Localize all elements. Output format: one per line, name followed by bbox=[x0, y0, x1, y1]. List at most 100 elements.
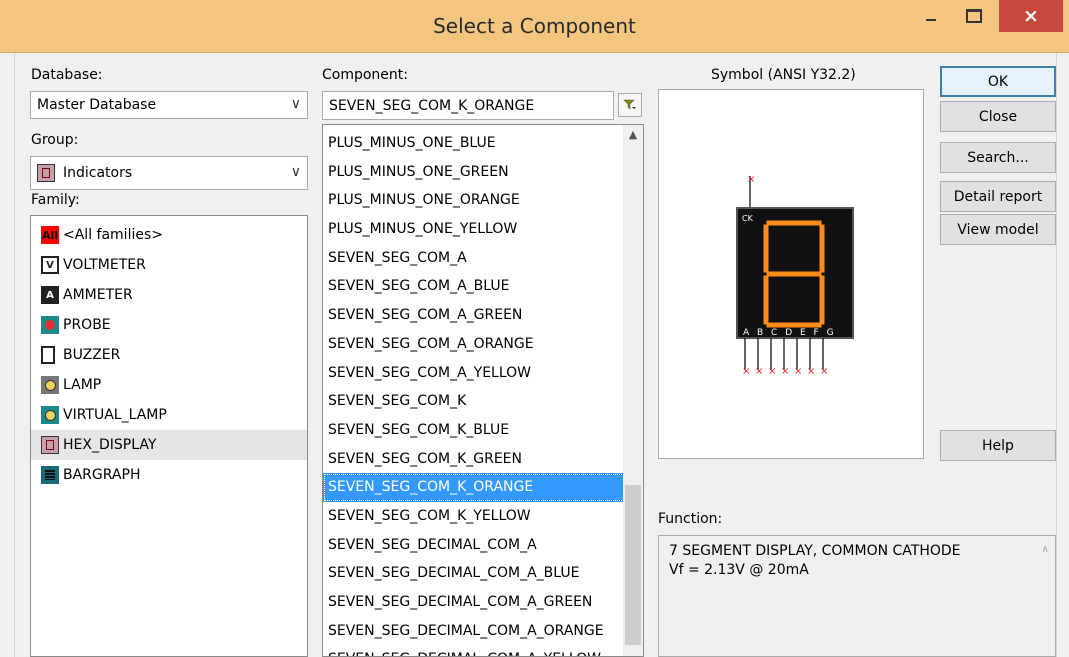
scroll-up-icon[interactable]: ∧ bbox=[1042, 544, 1049, 555]
chevron-down-icon: ∨ bbox=[290, 96, 301, 112]
search-label: Search... bbox=[967, 149, 1029, 166]
family-item-label: PROBE bbox=[63, 317, 111, 333]
component-item[interactable]: PLUS_MINUS_ONE_YELLOW bbox=[323, 215, 643, 244]
family-item-label: VOLTMETER bbox=[63, 257, 146, 273]
detail-report-button[interactable]: Detail report bbox=[940, 181, 1056, 212]
component-item[interactable]: SEVEN_SEG_COM_K_BLUE bbox=[323, 416, 643, 445]
family-item-ammeter[interactable]: A AMMETER bbox=[31, 280, 307, 310]
family-list[interactable]: All <All families> V VOLTMETER A AMMETER… bbox=[30, 215, 308, 657]
scroll-up-icon[interactable]: ▲ bbox=[623, 125, 643, 145]
component-item[interactable]: SEVEN_SEG_DECIMAL_COM_A bbox=[323, 531, 643, 560]
symbol-preview: × CK A B C D E F G × × × × × × × bbox=[658, 89, 924, 459]
svg-text:×: × bbox=[794, 366, 802, 377]
scroll-thumb[interactable] bbox=[625, 485, 641, 645]
family-item-all[interactable]: All <All families> bbox=[31, 220, 307, 250]
component-item[interactable]: PLUS_MINUS_ONE_ORANGE bbox=[323, 186, 643, 215]
view-model-label: View model bbox=[957, 221, 1039, 238]
component-item[interactable]: SEVEN_SEG_COM_K_GREEN bbox=[323, 445, 643, 474]
component-list[interactable]: PLUS_MINUS_ONE_BLUE PLUS_MINUS_ONE_GREEN P… bbox=[322, 124, 644, 657]
ammeter-icon: A bbox=[41, 286, 59, 304]
component-item[interactable]: SEVEN_SEG_COM_A_ORANGE bbox=[323, 330, 643, 359]
component-value: SEVEN_SEG_COM_K_ORANGE bbox=[329, 97, 535, 114]
svg-text:×: × bbox=[807, 366, 815, 377]
buzzer-icon bbox=[41, 346, 55, 364]
window-title: Select a Component bbox=[433, 14, 636, 38]
minimize-icon bbox=[926, 19, 936, 21]
component-items: PLUS_MINUS_ONE_BLUE PLUS_MINUS_ONE_GREEN P… bbox=[323, 129, 643, 656]
database-select[interactable]: Master Database ∨ bbox=[30, 91, 308, 119]
family-item-buzzer[interactable]: BUZZER bbox=[31, 340, 307, 370]
component-item[interactable]: SEVEN_SEG_COM_K_ORANGE bbox=[323, 473, 643, 502]
component-scrollbar[interactable]: ▲ bbox=[623, 125, 643, 656]
detail-report-label: Detail report bbox=[953, 188, 1043, 205]
svg-text:×: × bbox=[747, 174, 755, 185]
component-item[interactable]: SEVEN_SEG_COM_K bbox=[323, 387, 643, 416]
family-item-label: AMMETER bbox=[63, 287, 133, 303]
ck-label: CK bbox=[742, 214, 754, 223]
svg-text:×: × bbox=[781, 366, 789, 377]
component-search-input[interactable]: SEVEN_SEG_COM_K_ORANGE bbox=[322, 91, 614, 120]
help-label: Help bbox=[982, 437, 1014, 454]
function-textbox[interactable]: 7 SEGMENT DISPLAY, COMMON CATHODE Vf = 2… bbox=[658, 535, 1056, 657]
indicators-icon bbox=[37, 164, 55, 182]
component-item[interactable]: SEVEN_SEG_DECIMAL_COM_A_GREEN bbox=[323, 588, 643, 617]
view-model-button[interactable]: View model bbox=[940, 214, 1056, 245]
hex-display-icon bbox=[41, 436, 59, 454]
group-select[interactable]: Indicators ∨ bbox=[30, 156, 308, 190]
family-item-virtual-lamp[interactable]: VIRTUAL_LAMP bbox=[31, 400, 307, 430]
component-item[interactable]: PLUS_MINUS_ONE_GREEN bbox=[323, 158, 643, 187]
bargraph-icon bbox=[41, 466, 59, 484]
component-item[interactable]: SEVEN_SEG_COM_A bbox=[323, 244, 643, 273]
maximize-button[interactable] bbox=[955, 0, 993, 32]
svg-text:×: × bbox=[742, 366, 750, 377]
search-button[interactable]: Search... bbox=[940, 142, 1056, 173]
svg-text:×: × bbox=[768, 366, 776, 377]
family-item-label: VIRTUAL_LAMP bbox=[63, 407, 167, 423]
close-button[interactable]: Close bbox=[940, 101, 1056, 132]
component-item[interactable]: SEVEN_SEG_COM_A_YELLOW bbox=[323, 359, 643, 388]
component-item[interactable]: PLUS_MINUS_ONE_BLUE bbox=[323, 129, 643, 158]
svg-text:×: × bbox=[755, 366, 763, 377]
all-families-icon: All bbox=[41, 226, 59, 244]
filter-button[interactable] bbox=[618, 93, 642, 117]
chevron-down-icon: ∨ bbox=[290, 164, 301, 180]
family-item-label: BARGRAPH bbox=[63, 467, 141, 483]
component-item[interactable]: SEVEN_SEG_COM_K_YELLOW bbox=[323, 502, 643, 531]
component-item[interactable]: SEVEN_SEG_DECIMAL_COM_A_BLUE bbox=[323, 559, 643, 588]
family-item-voltmeter[interactable]: V VOLTMETER bbox=[31, 250, 307, 280]
svg-text:×: × bbox=[820, 366, 828, 377]
virtual-lamp-icon bbox=[41, 406, 59, 424]
close-icon: × bbox=[1023, 5, 1039, 27]
function-text: 7 SEGMENT DISPLAY, COMMON CATHODE Vf = 2… bbox=[669, 543, 961, 578]
database-value: Master Database bbox=[37, 97, 157, 113]
seven-segment-symbol: × CK A B C D E F G × × × × × × × bbox=[736, 174, 854, 377]
lamp-icon bbox=[41, 376, 59, 394]
family-item-label: <All families> bbox=[63, 227, 163, 243]
family-item-hex-display[interactable]: HEX_DISPLAY bbox=[31, 430, 307, 460]
family-item-label: LAMP bbox=[63, 377, 102, 393]
group-label: Group: bbox=[31, 132, 79, 148]
component-item[interactable]: SEVEN_SEG_DECIMAL_COM_A_ORANGE bbox=[323, 617, 643, 646]
ok-button[interactable]: OK bbox=[940, 66, 1056, 97]
component-item[interactable]: SEVEN_SEG_COM_A_BLUE bbox=[323, 272, 643, 301]
symbol-label: Symbol (ANSI Y32.2) bbox=[711, 67, 856, 83]
function-label: Function: bbox=[658, 511, 723, 527]
family-item-label: BUZZER bbox=[63, 347, 121, 363]
help-button[interactable]: Help bbox=[940, 430, 1056, 461]
probe-icon bbox=[41, 316, 59, 334]
family-item-lamp[interactable]: LAMP bbox=[31, 370, 307, 400]
component-label: Component: bbox=[322, 67, 408, 83]
close-window-button[interactable]: × bbox=[999, 0, 1063, 32]
family-item-label: HEX_DISPLAY bbox=[63, 437, 157, 453]
ok-label: OK bbox=[987, 73, 1009, 90]
family-item-probe[interactable]: PROBE bbox=[31, 310, 307, 340]
voltmeter-icon: V bbox=[41, 256, 59, 274]
component-item[interactable]: SEVEN_SEG_DECIMAL_COM_A_YELLOW bbox=[323, 645, 643, 656]
component-item[interactable]: SEVEN_SEG_COM_A_GREEN bbox=[323, 301, 643, 330]
database-label: Database: bbox=[31, 67, 103, 83]
minimize-button[interactable] bbox=[912, 0, 950, 32]
family-item-bargraph[interactable]: BARGRAPH bbox=[31, 460, 307, 490]
family-label: Family: bbox=[31, 192, 80, 208]
close-label: Close bbox=[978, 108, 1018, 125]
filter-icon bbox=[623, 99, 636, 110]
